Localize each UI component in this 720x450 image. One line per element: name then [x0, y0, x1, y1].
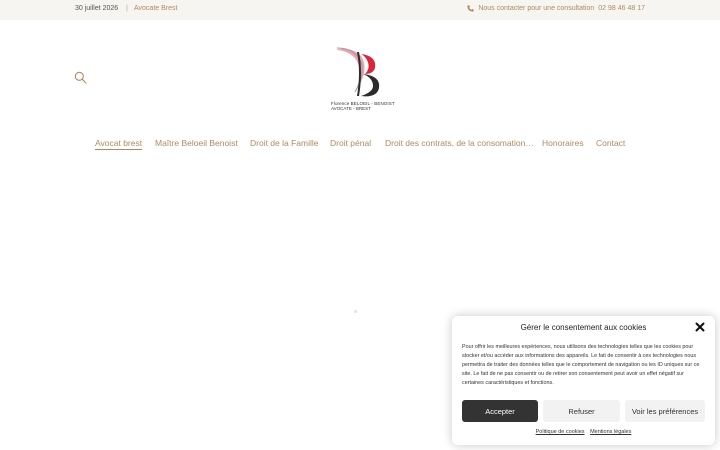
cookie-dialog-text: Pour offrir les meilleures expériences, …	[462, 344, 700, 386]
logo-subtitle: AVOCATE - BREST	[331, 106, 371, 111]
contact-link[interactable]: Nous contacter pour une consultation 02 …	[467, 5, 645, 12]
accept-button[interactable]: Accepter	[462, 400, 538, 422]
preferences-button[interactable]: Voir les préférences	[625, 400, 705, 422]
nav-item-contact[interactable]: Contact	[596, 138, 625, 148]
nav-item-droit-penal[interactable]: Droit pénal	[330, 138, 371, 148]
loading-indicator	[354, 310, 357, 313]
phone-icon	[467, 5, 474, 12]
legal-notice-link[interactable]: Mentions légales	[590, 429, 631, 435]
search-icon[interactable]	[74, 71, 87, 84]
contact-phone: 02 98 46 48 17	[598, 5, 645, 12]
topbar-separator: |	[126, 5, 128, 12]
site-logo[interactable]: Florence BELOEIL - BENOIST AVOCATE - BRE…	[331, 44, 395, 114]
current-date: 30 juillet 2026	[75, 5, 119, 12]
contact-label: Nous contacter pour une consultation	[478, 5, 595, 12]
cookie-links: Politique de cookies Mentions légales	[452, 429, 715, 435]
site-name-link[interactable]: Avocate Brest	[134, 5, 177, 12]
cookie-consent-dialog: Gérer le consentement aux cookies Pour o…	[452, 316, 715, 445]
top-bar: 30 juillet 2026 | Avocate Brest Nous con…	[0, 0, 720, 20]
refuse-button[interactable]: Refuser	[543, 400, 620, 422]
cookie-dialog-title: Gérer le consentement aux cookies	[520, 323, 647, 332]
nav-item-droit-contrats[interactable]: Droit des contrats, de la consomation…	[385, 138, 534, 148]
cookie-policy-link[interactable]: Politique de cookies	[536, 429, 585, 435]
close-icon[interactable]	[695, 322, 705, 332]
nav-item-avocat-brest[interactable]: Avocat brest	[95, 138, 143, 150]
nav-item-honoraires[interactable]: Honoraires	[542, 138, 584, 148]
nav-item-maitre-beloeil-benoist[interactable]: Maître Beloeil Benoist	[155, 138, 238, 148]
nav-item-droit-famille[interactable]: Droit de la Famille	[250, 138, 319, 148]
logo-mark	[335, 47, 380, 97]
